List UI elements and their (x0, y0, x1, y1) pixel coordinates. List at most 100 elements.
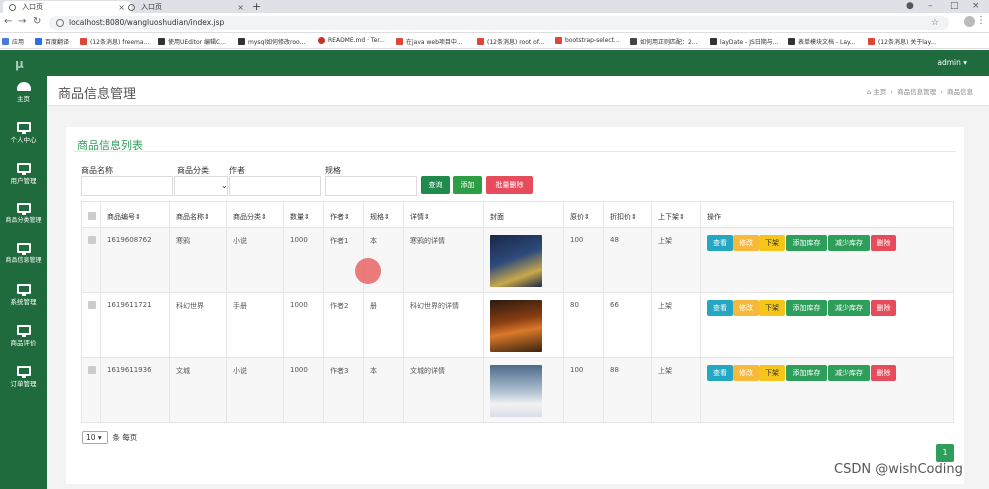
sidebar-item-label: 个人中心 (10, 136, 37, 144)
batch-delete-button[interactable]: 批量删除 (486, 176, 533, 194)
sort-icon: ⇕ (384, 213, 390, 221)
add-button[interactable]: 添加 (453, 176, 482, 194)
close-window-icon[interactable]: × (972, 0, 980, 13)
minimize-icon[interactable]: – (928, 0, 933, 13)
column-header[interactable]: 数量⇕ (284, 202, 324, 227)
bookmark-item[interactable]: 在java web项目中... (396, 37, 463, 46)
spec-input[interactable] (325, 176, 417, 196)
bookmarks-bar: 应用 百度翻译 (12条消息) freema... 使用UEditor 编辑C.… (0, 33, 989, 49)
edit-button[interactable]: 修改 (733, 365, 759, 381)
breadcrumb-item: 商品信息 (947, 88, 973, 96)
view-button[interactable]: 查看 (707, 300, 733, 316)
logo: μ (15, 57, 24, 71)
profile-icon[interactable]: ● (906, 0, 914, 13)
bookmark-item[interactable]: (12条消息) freema... (80, 37, 149, 46)
sidebar-item-orders[interactable]: 订单管理 (0, 366, 47, 388)
sidebar-item-label: 商品分类管理 (5, 217, 42, 224)
cell-discount: 48 (604, 228, 652, 292)
star-icon[interactable]: ☆ (931, 16, 939, 30)
view-button[interactable]: 查看 (707, 365, 733, 381)
globe-icon (9, 3, 16, 11)
page-size-select[interactable]: 10 ▾ (82, 431, 108, 444)
column-header[interactable]: 详情⇕ (404, 202, 484, 227)
browser-tab-2[interactable]: 入口页 × (122, 1, 250, 13)
avatar[interactable] (964, 16, 975, 27)
bookmark-item[interactable]: 如何用正则匹配：2... (630, 37, 698, 46)
column-header[interactable]: 商品分类⇕ (227, 202, 284, 227)
bookmark-item[interactable]: layDate - JS日期与... (710, 37, 779, 46)
cell-actions: 查看 修改 下架 添加库存 减少库存 删除 (701, 228, 955, 292)
row-checkbox[interactable] (82, 358, 101, 422)
browser-tab-1[interactable]: 入口页 × (3, 1, 131, 13)
view-button[interactable]: 查看 (707, 235, 733, 251)
breadcrumb-item[interactable]: 主页 (873, 88, 886, 96)
sidebar-item-home[interactable]: 主页 (0, 82, 47, 103)
bookmark-item[interactable]: mysql如何修改roo... (238, 37, 305, 46)
column-header[interactable]: 折扣价⇕ (604, 202, 652, 227)
column-header[interactable]: 商品名称⇕ (170, 202, 227, 227)
bookmark-icon (788, 38, 795, 45)
off-shelf-button[interactable]: 下架 (759, 300, 785, 316)
author-input[interactable] (229, 176, 321, 196)
sidebar-item-system[interactable]: 系统管理 (0, 284, 47, 306)
column-header[interactable]: 商品编号⇕ (101, 202, 170, 227)
select-all-checkbox[interactable] (82, 202, 101, 227)
bookmark-item[interactable]: 表单模块文档 - Lay... (788, 37, 855, 46)
delete-button[interactable]: 删除 (871, 235, 896, 251)
bookmark-item[interactable]: 百度翻译 (35, 37, 69, 46)
category-select[interactable]: ⌄ (174, 176, 228, 196)
off-shelf-button[interactable]: 下架 (759, 365, 785, 381)
sidebar-item-label: 商品评价 (10, 339, 37, 347)
delete-button[interactable]: 删除 (871, 365, 896, 381)
reduce-stock-button[interactable]: 减少库存 (828, 300, 870, 316)
close-tab-icon[interactable]: × (237, 3, 244, 12)
column-header[interactable]: 上下架⇕ (652, 202, 701, 227)
row-checkbox[interactable] (82, 293, 101, 357)
search-button[interactable]: 查询 (421, 176, 450, 194)
reduce-stock-button[interactable]: 减少库存 (828, 365, 870, 381)
column-header[interactable]: 规格⇕ (364, 202, 404, 227)
back-icon[interactable]: ← (4, 16, 12, 27)
add-stock-button[interactable]: 添加库存 (786, 300, 827, 316)
column-header[interactable]: 作者⇕ (324, 202, 364, 227)
cell-name: 文城 (170, 358, 227, 422)
sidebar-item-goods[interactable]: 商品信息管理 (0, 243, 47, 264)
bookmark-item[interactable]: bootstrap-select... (555, 37, 620, 44)
delete-button[interactable]: 删除 (871, 300, 896, 316)
edit-button[interactable]: 修改 (733, 300, 759, 316)
forward-icon[interactable]: → (18, 16, 26, 27)
cell-price: 100 (564, 358, 604, 422)
reduce-stock-button[interactable]: 减少库存 (828, 235, 870, 251)
click-indicator (355, 258, 381, 284)
reload-icon[interactable]: ↻ (33, 16, 41, 27)
bookmark-item[interactable]: 应用 (2, 37, 24, 46)
bookmark-item[interactable]: 使用UEditor 编辑C... (158, 37, 226, 46)
sidebar-item-label: 用户管理 (10, 177, 37, 185)
row-checkbox[interactable] (82, 228, 101, 292)
edit-button[interactable]: 修改 (733, 235, 759, 251)
url-input[interactable]: localhost:8080/wangluoshudian/index.jsp … (49, 16, 949, 30)
add-stock-button[interactable]: 添加库存 (786, 365, 827, 381)
maximize-icon[interactable]: □ (950, 0, 959, 13)
breadcrumb-item[interactable]: 商品信息管理 (897, 88, 936, 96)
page-1-button[interactable]: 1 (936, 444, 954, 462)
off-shelf-button[interactable]: 下架 (759, 235, 785, 251)
add-stock-button[interactable]: 添加库存 (786, 235, 827, 251)
bookmark-item[interactable]: (12条消息) 关于lay... (868, 37, 936, 46)
bookmark-item[interactable]: (12条消息) root of... (477, 37, 544, 46)
sidebar-item-users[interactable]: 用户管理 (0, 163, 47, 185)
sidebar-item-profile[interactable]: 个人中心 (0, 122, 47, 144)
column-header: 封面 (484, 202, 564, 227)
user-menu[interactable]: admin ▾ (937, 58, 967, 67)
cell-status: 上架 (652, 228, 701, 292)
column-header[interactable]: 原价⇕ (564, 202, 604, 227)
sidebar-item-category[interactable]: 商品分类管理 (0, 203, 47, 224)
menu-icon[interactable]: ⋮ (976, 15, 986, 26)
cell-status: 上架 (652, 358, 701, 422)
sidebar-item-reviews[interactable]: 商品评价 (0, 325, 47, 347)
new-tab-button[interactable]: + (252, 0, 261, 13)
bookmark-item[interactable]: README.md · Ter... (318, 37, 385, 44)
cell-cover (484, 228, 564, 292)
cover-image (490, 235, 542, 287)
name-input[interactable] (81, 176, 173, 196)
